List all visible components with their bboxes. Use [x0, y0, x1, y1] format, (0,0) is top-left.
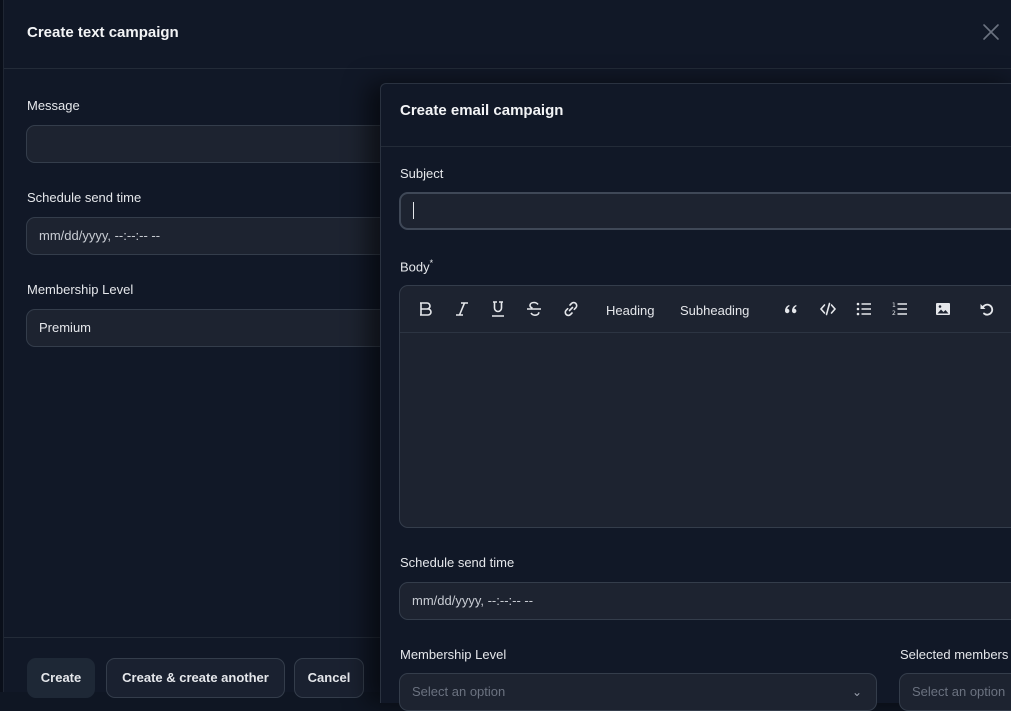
- email-schedule-label: Schedule send time: [400, 555, 515, 570]
- code-icon: [819, 302, 837, 316]
- svg-text:1: 1: [892, 302, 896, 309]
- italic-button[interactable]: [452, 298, 472, 320]
- text-schedule-label: Schedule send time: [27, 190, 142, 205]
- text-schedule-input[interactable]: mm/dd/yyyy, --:--:-- --: [26, 217, 426, 255]
- email-schedule-input[interactable]: mm/dd/yyyy, --:--:-- --: [399, 582, 1011, 620]
- bullet-list-icon: [856, 302, 871, 316]
- image-button[interactable]: [933, 298, 953, 320]
- text-campaign-header: Create text campaign: [4, 0, 1011, 69]
- subheading-button[interactable]: Subheading: [680, 299, 749, 321]
- strikethrough-icon: [527, 301, 541, 317]
- undo-button[interactable]: [977, 298, 997, 320]
- message-label: Message: [27, 98, 80, 113]
- selected-members-label: Selected members: [900, 647, 1009, 662]
- text-cursor: [413, 202, 414, 220]
- email-campaign-header: Create email campaign: [381, 84, 1011, 147]
- subject-label: Subject: [400, 166, 444, 181]
- undo-icon: [980, 303, 994, 316]
- email-campaign-modal: Create email campaign Subject Body* Head…: [380, 83, 1011, 711]
- email-campaign-title: Create email campaign: [400, 102, 564, 119]
- quote-button[interactable]: [781, 298, 801, 320]
- close-button[interactable]: [981, 22, 1001, 42]
- editor-toolbar: Heading Subheading 12: [400, 286, 1011, 333]
- create-another-button[interactable]: Create & create another: [106, 658, 285, 698]
- link-button[interactable]: [560, 298, 582, 320]
- bold-button[interactable]: [416, 298, 436, 320]
- email-membership-select[interactable]: Select an option ⌄: [399, 673, 877, 711]
- bullet-list-button[interactable]: [854, 298, 874, 320]
- subject-input[interactable]: [399, 192, 1011, 230]
- body-editor[interactable]: Heading Subheading 12: [399, 285, 1011, 528]
- text-membership-select[interactable]: Premium: [26, 309, 426, 347]
- email-membership-label: Membership Level: [400, 647, 507, 662]
- cancel-button[interactable]: Cancel: [294, 658, 364, 698]
- selected-members-select[interactable]: Select an option: [899, 673, 1011, 711]
- ordered-list-button[interactable]: 12: [890, 298, 910, 320]
- link-icon: [564, 301, 578, 317]
- heading-button[interactable]: Heading: [606, 299, 654, 321]
- close-icon: [983, 24, 999, 40]
- code-button[interactable]: [817, 298, 839, 320]
- strikethrough-button[interactable]: [524, 298, 544, 320]
- image-icon: [936, 303, 950, 315]
- italic-icon: [456, 302, 468, 316]
- bold-icon: [420, 302, 432, 316]
- required-mark: *: [429, 258, 434, 268]
- text-campaign-title: Create text campaign: [27, 24, 179, 41]
- chevron-down-icon: ⌄: [851, 685, 862, 699]
- svg-text:2: 2: [892, 310, 896, 317]
- underline-icon: [492, 301, 504, 317]
- body-label-text: Body: [400, 259, 430, 275]
- quote-icon: [785, 305, 797, 314]
- body-label: Body*: [400, 258, 433, 274]
- ordered-list-icon: 12: [892, 302, 907, 317]
- message-input[interactable]: [26, 125, 426, 163]
- underline-button[interactable]: [488, 298, 508, 320]
- text-membership-label: Membership Level: [27, 282, 134, 297]
- create-button[interactable]: Create: [27, 658, 95, 698]
